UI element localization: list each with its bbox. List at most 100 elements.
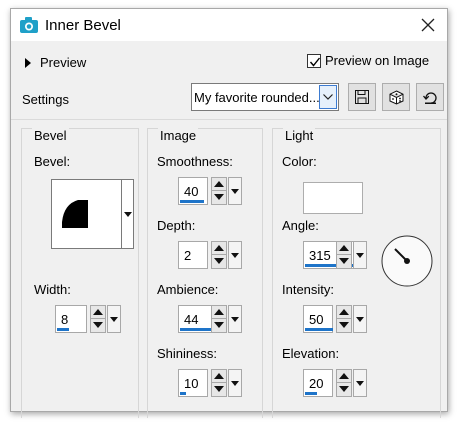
triangle-down-icon [356,317,364,322]
intensity-field[interactable]: 50 [303,305,333,333]
ambience-value: 44 [184,312,199,327]
angle-stepper[interactable] [336,241,352,269]
shininess-spinner[interactable]: 10 [178,369,244,397]
shininess-level-bar [180,392,186,395]
title-bar: Inner Bevel [11,9,447,41]
camera-icon [20,17,38,33]
elevation-down-button[interactable] [337,383,351,396]
depth-slider-button[interactable] [228,241,242,269]
save-icon [355,90,369,104]
width-label: Width: [34,282,71,297]
triangle-up-icon [214,373,224,379]
smoothness-slider-button[interactable] [228,177,242,205]
smoothness-value: 40 [184,184,199,199]
ambience-stepper[interactable] [211,305,227,333]
shininess-slider-button[interactable] [228,369,242,397]
smoothness-down-button[interactable] [212,191,226,204]
shininess-down-button[interactable] [212,383,226,396]
reset-button[interactable] [416,83,444,111]
triangle-down-icon [356,381,364,386]
angle-up-button[interactable] [337,242,351,255]
shininess-value: 10 [184,376,199,391]
image-group-title: Image [158,128,199,143]
close-icon[interactable] [417,14,439,36]
bevel-label: Bevel: [34,154,71,169]
shininess-up-button[interactable] [212,370,226,383]
triangle-down-icon [93,322,103,328]
intensity-stepper[interactable] [336,305,352,333]
depth-stepper[interactable] [211,241,227,269]
smoothness-field[interactable]: 40 [178,177,208,205]
bevel-shape-dropdown-button[interactable] [122,179,134,249]
width-stepper[interactable] [90,305,106,333]
save-preset-button[interactable] [348,83,376,111]
intensity-spinner[interactable]: 50 [303,305,369,333]
triangle-up-icon [214,181,224,187]
angle-value: 315 [309,248,331,263]
preset-value: My favorite rounded... [194,90,320,105]
depth-field[interactable]: 2 [178,241,208,269]
bevel-group: Bevel [21,128,139,418]
ambience-slider-button[interactable] [228,305,242,333]
triangle-down-icon [214,194,224,200]
light-color-swatch[interactable] [303,182,363,214]
smoothness-spinner[interactable]: 40 [178,177,244,205]
intensity-slider-button[interactable] [353,305,367,333]
triangle-up-icon [339,309,349,315]
shininess-label: Shininess: [157,346,217,361]
randomize-button[interactable] [382,83,410,111]
window-title: Inner Bevel [45,17,121,34]
elevation-up-button[interactable] [337,370,351,383]
shininess-stepper[interactable] [211,369,227,397]
preset-dropdown-button[interactable] [319,85,337,109]
width-slider-button[interactable] [107,305,121,333]
divider [11,119,447,120]
preview-on-image-label[interactable]: Preview on Image [325,53,429,68]
preview-on-image-checkbox[interactable] [307,54,321,68]
ambience-down-button[interactable] [212,319,226,332]
ambience-label: Ambience: [157,282,219,297]
triangle-down-icon [231,253,239,258]
elevation-slider-button[interactable] [353,369,367,397]
intensity-down-button[interactable] [337,319,351,332]
smoothness-stepper[interactable] [211,177,227,205]
width-spinner[interactable]: 8 [55,305,123,333]
ambience-spinner[interactable]: 44 [178,305,244,333]
width-up-button[interactable] [91,306,105,319]
bevel-shape-picker[interactable] [51,179,122,249]
triangle-down-icon [110,317,118,322]
width-field[interactable]: 8 [55,305,87,333]
triangle-down-icon [339,386,349,392]
angle-down-button[interactable] [337,255,351,268]
depth-down-button[interactable] [212,255,226,268]
angle-slider-button[interactable] [353,241,367,269]
triangle-down-icon [214,258,224,264]
intensity-value: 50 [309,312,324,327]
depth-up-button[interactable] [212,242,226,255]
angle-dial[interactable] [381,235,433,287]
elevation-level-bar [305,392,317,395]
elevation-field[interactable]: 20 [303,369,333,397]
light-group-title: Light [283,128,316,143]
depth-label: Depth: [157,218,196,233]
shininess-field[interactable]: 10 [178,369,208,397]
preview-label[interactable]: Preview [40,55,86,70]
triangle-down-icon [356,253,364,258]
angle-spinner[interactable]: 315 [303,241,369,269]
triangle-down-icon [214,386,224,392]
depth-spinner[interactable]: 2 [178,241,244,269]
intensity-up-button[interactable] [337,306,351,319]
intensity-level-bar [305,328,333,331]
elevation-value: 20 [309,376,324,391]
depth-value: 2 [184,248,192,263]
elevation-spinner[interactable]: 20 [303,369,369,397]
chevron-down-icon [323,94,333,100]
ambience-up-button[interactable] [212,306,226,319]
width-down-button[interactable] [91,319,105,332]
bevel-group-title: Bevel [32,128,69,143]
triangle-down-icon [214,322,224,328]
preset-dropdown[interactable]: My favorite rounded... [191,83,339,111]
expand-triangle-icon[interactable] [25,58,31,68]
smoothness-up-button[interactable] [212,178,226,191]
elevation-stepper[interactable] [336,369,352,397]
